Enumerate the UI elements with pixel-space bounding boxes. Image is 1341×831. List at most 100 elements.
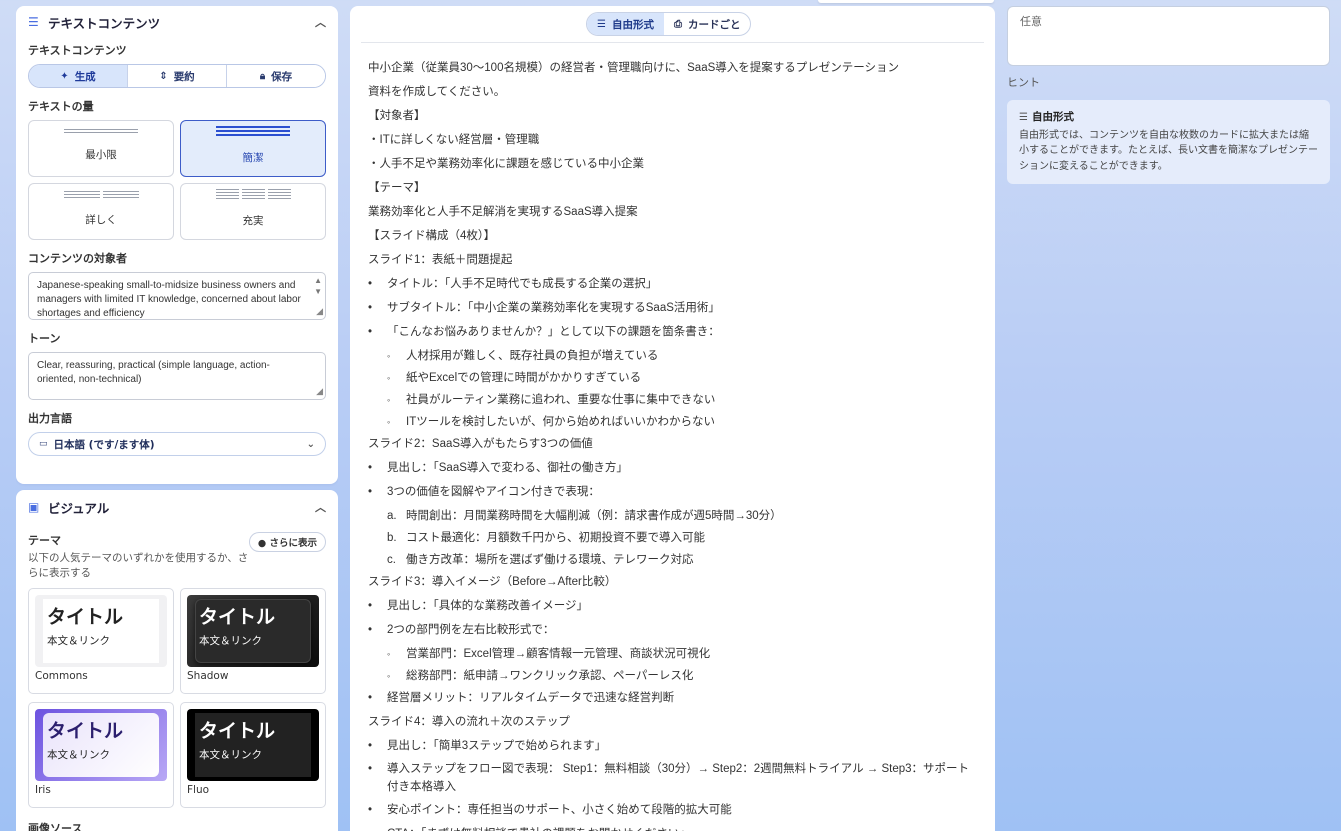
card-icon: ⎙	[673, 18, 682, 30]
audience-value: Japanese-speaking small-to-midsize busin…	[37, 280, 301, 319]
prompt-bullet-item: 3つの価値を図解やアイコン付きで表現：	[368, 482, 978, 506]
scroll-arrows-icon[interactable]: ▲ ▼	[314, 275, 322, 297]
image-icon: ▣	[28, 500, 40, 514]
show-more-label: さらに表示	[269, 538, 317, 549]
tone-label: トーン	[28, 332, 61, 345]
amount-option-extensive[interactable]: 充実	[180, 183, 326, 240]
palette-icon: ●	[257, 538, 267, 549]
lines-icon	[64, 129, 138, 133]
resize-handle-icon[interactable]: ◢	[316, 304, 323, 318]
output-language-select[interactable]: ▭ 日本語 (です/ます体) ⌄	[28, 432, 326, 456]
card-by-card-mode-button[interactable]: ⎙ カードごと	[664, 13, 750, 35]
show-more-themes-button[interactable]: ● さらに表示	[248, 532, 326, 552]
list-marker: c.	[387, 554, 396, 566]
sparkle-icon: ✦	[60, 70, 69, 82]
theme-preview-title: タイトル	[199, 720, 276, 742]
prompt-sub-item-text: ITツールを検討したいが、何から始めればいいかわからない	[406, 416, 715, 428]
theme-header: テーマ 以下の人気テーマのいずれかを使用するか、さらに表示する ● さらに表示	[28, 532, 326, 580]
output-language-label: 出力言語	[28, 412, 72, 425]
prompt-bullet-item: 2つの部門例を左右比較形式で：	[368, 620, 978, 644]
generate-button[interactable]: ✦ 生成	[29, 65, 128, 87]
amount-label: 最小限	[85, 149, 117, 161]
amount-option-concise[interactable]: 簡潔	[180, 120, 326, 177]
prompt-bullet-item: CTA：「まずは無料相談で貴社の課題をお聞かせください」	[368, 824, 978, 831]
theme-grid: タイトル 本文＆リンク Commons タイトル 本文＆リンク Shadow タ…	[28, 588, 326, 808]
chevron-up-icon[interactable]: ︿	[315, 14, 326, 30]
language-value: 日本語 (です/ます体)	[53, 438, 155, 451]
theme-preview-body: 本文＆リンク	[199, 749, 262, 761]
prompt-sub-item: ◦ ITツールを検討したいが、何から始めればいいかわからない	[368, 412, 978, 434]
visual-header[interactable]: ▣ ビジュアル ︿	[28, 490, 326, 524]
list-icon: ☰	[597, 18, 606, 30]
freeform-label: 自由形式	[611, 18, 654, 31]
theme-card-commons[interactable]: タイトル 本文＆リンク Commons	[28, 588, 174, 694]
prompt-bullet-item: 「こんなお悩みありませんか？」として以下の課題を箇条書き：	[368, 322, 978, 346]
optional-input[interactable]: 任意	[1007, 6, 1330, 66]
hint-title: ☰ 自由形式	[1019, 110, 1318, 126]
amount-option-detailed[interactable]: 詳しく	[28, 183, 174, 240]
prompt-bullet-item: 見出し：「SaaS導入で変わる、御社の働き方」	[368, 458, 978, 482]
amount-option-minimal[interactable]: 最小限	[28, 120, 174, 177]
lock-icon: 🔒︎	[259, 70, 266, 82]
theme-card-iris[interactable]: タイトル 本文＆リンク Iris	[28, 702, 174, 808]
prompt-sub-item-text: 働き方改革：場所を選ばず働ける環境、テレワーク対応	[406, 554, 694, 566]
chevron-up-icon[interactable]: ︿	[315, 499, 326, 515]
audience-label: コンテンツの対象者	[28, 252, 127, 265]
list-marker: ◦	[387, 351, 391, 361]
list-icon: ☰	[1019, 112, 1028, 123]
prompt-sub-item: ◦ 社員がルーティン業務に追われ、重要な仕事に集中できない	[368, 390, 978, 412]
settings-panel: ☰ テキストコンテンツ ︿ テキストコンテンツ ✦ 生成 ⇕ 要約 🔒︎ 保存 …	[16, 6, 338, 831]
tone-textarea[interactable]: Clear, reassuring, practical (simple lan…	[28, 352, 326, 400]
prompt-line: 中小企業（従業員30〜100名規模）の経営者・管理職向けに、SaaS導入を提案す…	[368, 62, 900, 74]
freeform-mode-button[interactable]: ☰ 自由形式	[587, 13, 664, 35]
optional-input-placeholder: 任意	[1020, 15, 1042, 28]
popover-edge	[818, 0, 994, 3]
theme-card-fluo[interactable]: タイトル 本文＆リンク Fluo	[180, 702, 326, 808]
audience-textarea[interactable]: Japanese-speaking small-to-midsize busin…	[28, 272, 326, 320]
summarize-label: 要約	[173, 70, 195, 83]
theme-preview-title: タイトル	[199, 606, 276, 628]
prompt-sub-item: ◦ 営業部門：Excel管理→顧客情報一元管理、商談状況可視化	[368, 644, 978, 666]
theme-name: Commons	[35, 670, 88, 682]
list-marker: ◦	[387, 649, 391, 659]
prompt-sub-item: ◦ 総務部門：紙申請→ワンクリック承認、ペーパーレス化	[368, 666, 978, 688]
text-amount-label: テキストの量	[28, 100, 94, 113]
theme-preview-title: タイトル	[47, 720, 124, 742]
theme-preview: タイトル 本文＆リンク	[187, 595, 319, 667]
prompt-sub-item-text: 紙やExcelでの管理に時間がかかりすぎている	[406, 372, 642, 384]
theme-name: Iris	[35, 784, 51, 796]
image-source-label: 画像ソース	[28, 822, 83, 831]
prompt-sub-item-text: 時間創出：月間業務時間を大幅削減（例：請求書作成が週5時間→30分）	[406, 510, 782, 522]
theme-preview-body: 本文＆リンク	[47, 635, 110, 647]
preserve-button[interactable]: 🔒︎ 保存	[227, 65, 325, 87]
generate-label: 生成	[74, 70, 96, 83]
amount-label: 詳しく	[85, 213, 117, 226]
prompt-sub-item-text: 人材採用が難しく、既存社員の負担が増えている	[406, 350, 659, 362]
prompt-line: ・ITに詳しくない経営層・管理職	[368, 134, 540, 146]
prompt-sub-item: ◦ 紙やExcelでの管理に時間がかかりすぎている	[368, 368, 978, 390]
text-content-header[interactable]: ☰ テキストコンテンツ ︿	[28, 6, 326, 38]
text-content-section: ☰ テキストコンテンツ ︿ テキストコンテンツ ✦ 生成 ⇕ 要約 🔒︎ 保存 …	[16, 6, 338, 484]
amount-label: 簡潔	[242, 152, 264, 164]
lines-icon	[63, 190, 139, 198]
summarize-button[interactable]: ⇕ 要約	[128, 65, 227, 87]
prompt-line: 【テーマ】	[368, 182, 426, 194]
tone-value: Clear, reassuring, practical (simple lan…	[37, 360, 270, 385]
hint-title-text: 自由形式	[1031, 111, 1074, 123]
prompt-text-editor[interactable]: 中小企業（従業員30〜100名規模）の経営者・管理職向けに、SaaS導入を提案す…	[368, 58, 978, 831]
theme-preview-body: 本文＆リンク	[199, 635, 262, 647]
theme-card-shadow[interactable]: タイトル 本文＆リンク Shadow	[180, 588, 326, 694]
section-title: ビジュアル	[48, 500, 110, 516]
resize-handle-icon[interactable]: ◢	[316, 384, 323, 398]
amount-label: 充実	[242, 215, 264, 227]
prompt-bullet-item: サブタイトル：「中小企業の業務効率化を実現するSaaS活用術」	[368, 298, 978, 322]
editor-mode-toggle: ☰ 自由形式 ⎙ カードごと	[586, 12, 752, 36]
list-marker: b.	[387, 532, 397, 544]
prompt-line: スライド3：導入イメージ（Before→After比較）	[368, 576, 617, 588]
prompt-bullet-item: 導入ステップをフロー図で表現： Step1：無料相談（30分）→ Step2：2…	[368, 760, 978, 800]
prompt-sub-item-text: 総務部門：紙申請→ワンクリック承認、ペーパーレス化	[406, 670, 694, 682]
list-marker: a.	[387, 510, 397, 522]
lines-icon	[216, 126, 290, 136]
prompt-sub-item: a. 時間創出：月間業務時間を大幅削減（例：請求書作成が週5時間→30分）	[368, 506, 978, 528]
chevron-down-icon: ⌄	[306, 438, 315, 450]
